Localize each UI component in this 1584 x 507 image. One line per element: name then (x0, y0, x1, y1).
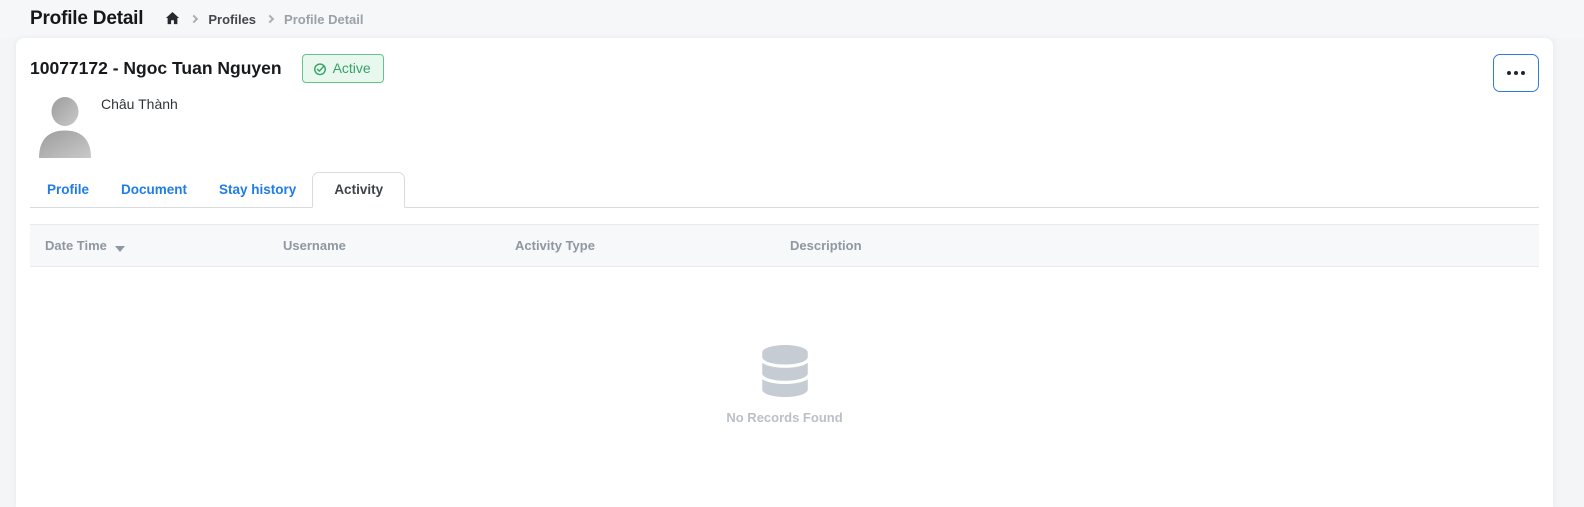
sort-desc-icon (115, 246, 125, 252)
more-actions-button[interactable] (1493, 54, 1539, 92)
empty-state: No Records Found (30, 345, 1539, 425)
column-header-username[interactable]: Username (283, 238, 515, 253)
tab-activity[interactable]: Activity (312, 172, 405, 208)
page-title: Profile Detail (30, 8, 143, 30)
column-header-date-time[interactable]: Date Time (30, 238, 283, 253)
tab-document[interactable]: Document (105, 173, 203, 207)
card-header: 10077172 - Ngoc Tuan Nguyen Active (30, 54, 1539, 158)
database-icon (762, 345, 808, 397)
tab-stay-history[interactable]: Stay history (203, 173, 312, 207)
chevron-right-icon (190, 15, 198, 23)
dot-icon (1521, 71, 1525, 75)
avatar (35, 93, 95, 158)
breadcrumb-current: Profile Detail (284, 12, 363, 27)
column-header-description[interactable]: Description (790, 238, 1539, 253)
tab-profile[interactable]: Profile (30, 173, 105, 207)
column-label: Username (283, 238, 346, 253)
column-label: Activity Type (515, 238, 595, 253)
profile-name-title: 10077172 - Ngoc Tuan Nguyen (30, 58, 282, 79)
profile-tabs: Profile Document Stay history Activity (30, 172, 1539, 208)
chevron-right-icon (266, 15, 274, 23)
column-header-activity-type[interactable]: Activity Type (515, 238, 790, 253)
topbar: Profile Detail Profiles Profile Detail (0, 0, 1584, 38)
home-icon[interactable] (165, 11, 180, 26)
empty-state-text: No Records Found (726, 410, 842, 425)
breadcrumb-profiles[interactable]: Profiles (208, 12, 256, 27)
column-label: Date Time (45, 238, 107, 253)
dot-icon (1514, 71, 1518, 75)
status-badge-label: Active (333, 60, 371, 77)
dot-icon (1507, 71, 1511, 75)
profile-detail-card: 10077172 - Ngoc Tuan Nguyen Active (16, 38, 1553, 507)
activity-table: Date Time Username Activity Type Descrip… (30, 224, 1539, 425)
check-circle-icon (313, 62, 327, 76)
breadcrumb: Profiles Profile Detail (165, 12, 363, 27)
column-label: Description (790, 238, 862, 253)
table-header-row: Date Time Username Activity Type Descrip… (30, 224, 1539, 267)
profile-location: Châu Thành (101, 93, 178, 158)
status-badge: Active (302, 54, 384, 83)
